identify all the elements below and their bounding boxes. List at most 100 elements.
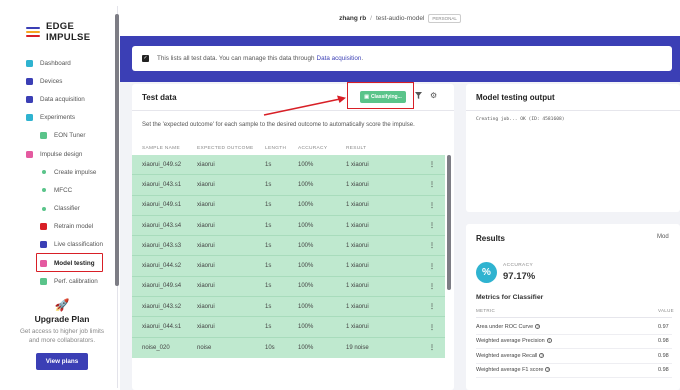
help-icon[interactable]: ? [546,338,552,344]
metric-label-wrap: Area under ROC Curve? [476,323,541,330]
cell-accuracy: 100% [298,202,314,209]
sidebar-item-eon-tuner[interactable]: EON Tuner [12,127,117,145]
metric-row: Weighted average Recall? 0.98 [476,349,672,364]
metric-name: Weighted average Recall [476,352,538,359]
table-row[interactable]: xiaorui_043.s4 xiaorui 1s 100% 1 xiaorui ⋮ [132,215,445,237]
sidebar-item-create-impulse[interactable]: Create impulse [12,163,117,181]
row-menu-icon[interactable]: ⋮ [422,161,442,168]
cell-sample-name: xiaorui_043.s1 [142,181,182,188]
cell-sample-name: xiaorui_049.s2 [142,161,182,168]
sidebar-item-label: Classifier [54,205,80,213]
cell-sample-name: xiaorui_044.s1 [142,324,182,331]
cell-expected-outcome: xiaorui [197,263,215,270]
sidebar-item-retrain-model[interactable]: Retrain model [12,218,117,236]
project-name[interactable]: test-audio-model [376,15,424,22]
app-root: EDGE IMPULSE Dashboard Devices Data acquis… [0,0,680,390]
metric-label-wrap: Weighted average Recall? [476,352,545,359]
metrics-title: Metrics for Classifier [476,294,544,301]
row-menu-icon[interactable]: ⋮ [422,283,442,290]
table-row[interactable]: xiaorui_044.s2 xiaorui 1s 100% 1 xiaorui ⋮ [132,256,445,277]
cell-result: 1 xiaorui [346,324,369,331]
table-row[interactable]: xiaorui_043.s2 xiaorui 1s 100% 1 xiaorui ⋮ [132,297,445,318]
sidebar-item-impulse-design[interactable]: Impulse design [12,145,117,163]
upgrade-title: Upgrade Plan [34,314,90,324]
devices-icon [26,77,33,85]
metric-row: Area under ROC Curve? 0.97 [476,320,672,335]
help-icon[interactable]: ? [539,352,545,358]
sidebar-item-label: Data acquisition [40,95,85,103]
pulse-icon [26,150,33,158]
app-name: EDGE IMPULSE [46,21,91,43]
live-icon [40,241,47,249]
view-plans-button[interactable]: View plans [36,353,88,370]
help-icon[interactable]: ? [545,367,551,373]
filter-icon[interactable] [415,92,422,99]
user-name[interactable]: zhang rb [339,15,366,22]
cell-result: 1 xiaorui [346,181,369,188]
col-sample-name[interactable]: SAMPLE NAME [132,146,197,151]
cell-length: 1s [265,222,272,229]
results-tab[interactable]: Mod [657,234,669,240]
cell-accuracy: 100% [298,181,314,188]
accuracy-label: ACCURACY [503,263,534,268]
table-row[interactable]: xiaorui_049.s4 xiaorui 1s 100% 1 xiaorui ⋮ [132,276,445,298]
row-menu-icon[interactable]: ⋮ [422,181,442,188]
cell-expected-outcome: xiaorui [197,222,215,229]
row-menu-icon[interactable]: ⋮ [422,242,442,249]
col-accuracy[interactable]: ACCURACY [298,146,346,151]
cell-accuracy: 100% [298,263,314,270]
results-title: Results [476,234,505,243]
row-menu-icon[interactable]: ⋮ [422,202,442,209]
results-card: Results Mod % ACCURACY 97.17% Metrics fo… [466,224,680,390]
sidebar-item-mfcc[interactable]: MFCC [12,181,117,199]
instructions-text: Set the 'expected outcome' for each samp… [142,122,415,128]
metric-name: Weighted average Precision [476,338,545,345]
test-data-title: Test data [142,93,177,102]
col-length[interactable]: LENGTH [265,146,298,151]
help-icon[interactable]: ? [535,323,541,329]
sidebar-item-devices[interactable]: Devices [12,72,117,90]
retrain-icon [40,223,47,231]
metrics-table: Area under ROC Curve? 0.97 Weighted averag… [476,320,672,378]
cell-expected-outcome: noise [197,344,212,351]
cell-length: 1s [265,181,272,188]
table-row[interactable]: xiaorui_043.s3 xiaorui 1s 100% 1 xiaorui ⋮ [132,236,445,257]
row-menu-icon[interactable]: ⋮ [422,263,442,270]
row-menu-icon[interactable]: ⋮ [422,344,442,351]
cell-sample-name: xiaorui_044.s2 [142,263,182,270]
col-expected-outcome[interactable]: EXPECTED OUTCOME [197,146,265,151]
app-logo[interactable]: EDGE IMPULSE [12,6,117,46]
cell-length: 1s [265,324,272,331]
table-row[interactable]: xiaorui_049.s1 xiaorui 1s 100% 1 xiaorui ⋮ [132,195,445,216]
cell-result: 1 xiaorui [346,202,369,209]
sidebar-item-classifier[interactable]: Classifier [12,200,117,218]
upgrade-text: Get access to higher job limits and more… [20,328,104,344]
cell-sample-name: xiaorui_043.s2 [142,303,182,310]
table-row[interactable]: noise_020 noise 10s 100% 19 noise ⋮ [132,337,445,358]
row-menu-icon[interactable]: ⋮ [422,222,442,229]
classify-all-button[interactable]: ▣ Classifying... [360,91,406,103]
cell-result: 1 xiaorui [346,263,369,270]
table-row[interactable]: xiaorui_043.s1 xiaorui 1s 100% 1 xiaorui ⋮ [132,175,445,196]
cell-accuracy: 100% [298,344,314,351]
sidebar-scrollbar[interactable] [115,14,119,286]
sidebar-item-dashboard[interactable]: Dashboard [12,54,117,72]
sidebar-item-perf-calibration[interactable]: Perf. calibration [12,272,117,290]
sidebar-item-label: Retrain model [54,223,94,231]
data-acquisition-link[interactable]: Data acquisition [317,55,362,62]
sidebar-item-live-classification[interactable]: Live classification [12,236,117,254]
cell-expected-outcome: xiaorui [197,181,215,188]
col-result[interactable]: RESULT [346,146,422,151]
gear-icon[interactable]: ⚙ [430,91,437,100]
row-menu-icon[interactable]: ⋮ [422,303,442,310]
row-menu-icon[interactable]: ⋮ [422,324,442,331]
sidebar-item-experiments[interactable]: Experiments [12,109,117,127]
sidebar-item-data-acquisition[interactable]: Data acquisition [12,90,117,108]
metrics-header: METRIC VALUE [476,308,674,318]
cell-sample-name: noise_020 [142,344,170,351]
table-scrollbar[interactable] [447,155,451,290]
card-divider [466,110,680,111]
table-row[interactable]: xiaorui_044.s1 xiaorui 1s 100% 1 xiaorui ⋮ [132,317,445,338]
table-row[interactable]: xiaorui_049.s2 xiaorui 1s 100% 1 xiaorui ⋮ [132,155,445,176]
cell-result: 1 xiaorui [346,242,369,249]
